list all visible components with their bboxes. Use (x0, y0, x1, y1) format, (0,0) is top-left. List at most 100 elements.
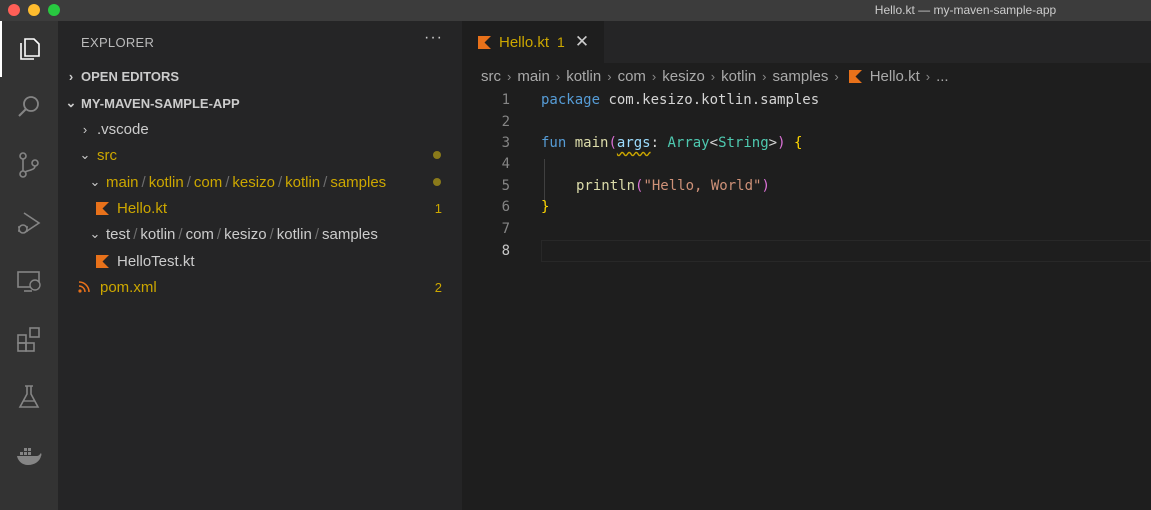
window-title: Hello.kt — my-maven-sample-app (874, 3, 1057, 17)
files-icon (20, 38, 40, 60)
tree-item-src[interactable]: ⌄ src (58, 142, 462, 168)
open-editors-label: OPEN EDITORS (81, 68, 180, 84)
chevron-right-icon: › (762, 68, 767, 84)
explorer-tab[interactable] (0, 21, 58, 77)
code-line-8: 8 (462, 240, 1151, 262)
problems-badge: 1 (434, 200, 442, 216)
tree-item-label: HelloTest.kt (117, 252, 195, 270)
tree-item-label: src (97, 146, 117, 164)
path-segment: kesizo (232, 173, 275, 191)
run-debug-icon (18, 212, 41, 234)
chevron-down-icon: ⌄ (89, 226, 101, 241)
path-segment: test (106, 225, 131, 243)
code-line-3: 3 fun main(args: Array<String>) { (462, 132, 1151, 154)
testing-tab[interactable] (0, 369, 58, 425)
breadcrumb-item[interactable]: main (517, 68, 550, 85)
open-editors-section[interactable]: › OPEN EDITORS (58, 65, 462, 87)
activity-bar (0, 21, 58, 510)
project-section[interactable]: ⌄ MY-MAVEN-SAMPLE-APP (58, 92, 462, 114)
path-segment: kotlin (285, 173, 321, 191)
breadcrumb-item[interactable]: kotlin (721, 68, 756, 85)
code-line-6: 6 } (462, 196, 1151, 218)
chevron-right-icon: › (82, 121, 88, 137)
tree-item-main-path[interactable]: ⌄ main / kotlin / com / kesizo / kotlin / samples (58, 169, 462, 195)
run-debug-tab[interactable] (0, 195, 58, 251)
code-line-1: 1 package com.kesizo.kotlin.samples (462, 89, 1151, 111)
tab-hello-kt[interactable]: Hello.kt 1 ✕ (462, 21, 604, 63)
tree-item-pom-xml[interactable]: pom.xml 2 (58, 274, 462, 300)
tree-item-hello-kt[interactable]: Hello.kt 1 (58, 195, 462, 221)
close-icon[interactable]: ✕ (575, 32, 589, 52)
chevron-down-icon: ⌄ (65, 95, 77, 110)
keyword: package (541, 92, 601, 108)
problems-badge: 2 (434, 279, 442, 295)
docker-tab[interactable] (0, 427, 58, 483)
kotlin-file-icon (478, 35, 491, 49)
path-segment: com (193, 173, 223, 191)
breadcrumb-item[interactable]: src (481, 68, 501, 85)
breadcrumb-item[interactable]: kesizo (662, 68, 705, 85)
tree-item-hellotest-kt[interactable]: HelloTest.kt (58, 248, 462, 274)
breadcrumb-item[interactable]: samples (773, 68, 829, 85)
line-number: 8 (501, 243, 510, 259)
chevron-right-icon: › (710, 68, 716, 84)
tree-item-label: pom.xml (100, 278, 157, 296)
breadcrumb-item[interactable]: ... (936, 68, 949, 85)
extensions-tab[interactable] (0, 311, 58, 367)
line-number: 2 (501, 114, 510, 130)
path-segment: main (106, 173, 139, 191)
chevron-right-icon: › (651, 68, 657, 84)
tab-label: Hello.kt (499, 33, 550, 51)
path-segment: kesizo (224, 225, 267, 243)
kotlin-file-icon (96, 201, 109, 215)
code-line-5: 5 println("Hello, World") (462, 175, 1151, 197)
line-number: 1 (501, 92, 510, 108)
modified-dot (433, 151, 441, 159)
chevron-right-icon: › (555, 68, 561, 84)
kotlin-file-icon (96, 254, 109, 268)
remote-explorer-tab[interactable] (0, 253, 58, 309)
path-segment: kotlin (276, 225, 312, 243)
tree-item-test-path[interactable]: ⌄ test / kotlin / com / kesizo / kotlin / samples (58, 221, 462, 247)
code-editor[interactable]: 1 package com.kesizo.kotlin.samples 2 3 … (462, 89, 1151, 510)
breadcrumb-item[interactable]: Hello.kt (870, 68, 920, 85)
search-icon (18, 96, 39, 117)
tab-problems-count: 1 (557, 34, 565, 50)
modified-dot (433, 178, 441, 186)
tree-item-label: Hello.kt (117, 199, 168, 217)
explorer-sidebar: EXPLORER ··· › OPEN EDITORS ⌄ MY-MAVEN-S… (58, 21, 462, 510)
chevron-right-icon: › (925, 68, 931, 84)
project-label: MY-MAVEN-SAMPLE-APP (81, 95, 240, 111)
search-tab[interactable] (0, 79, 58, 135)
tree-item-label: .vscode (97, 120, 149, 138)
path-segment: kotlin (148, 173, 184, 191)
breadcrumb: src › main › kotlin › com › kesizo › kotlin › … (462, 63, 1151, 89)
path-segment: samples (330, 173, 387, 191)
chevron-right-icon: › (68, 68, 74, 84)
line-number: 6 (501, 199, 510, 215)
chevron-down-icon: ⌄ (89, 174, 101, 189)
code-line-2: 2 (462, 111, 1151, 133)
line-number: 7 (501, 221, 510, 237)
line-number: 4 (501, 156, 510, 172)
title-bar: Hello.kt — my-maven-sample-app (0, 0, 1151, 21)
sidebar-title: EXPLORER (81, 35, 155, 50)
kotlin-file-icon (848, 69, 862, 83)
line-number: 5 (501, 178, 510, 194)
chevron-down-icon: ⌄ (79, 147, 91, 162)
more-actions-button[interactable]: ··· (424, 29, 443, 47)
editor-tab-bar: Hello.kt 1 ✕ (462, 21, 1151, 63)
code-line-4: 4 (462, 153, 1151, 175)
tree-item-vscode[interactable]: › .vscode (58, 116, 462, 142)
code-line-7: 7 (462, 218, 1151, 240)
source-control-icon (19, 152, 39, 178)
path-segment: samples (321, 225, 378, 243)
breadcrumb-item[interactable]: kotlin (566, 68, 601, 85)
line-number: 3 (501, 135, 510, 151)
chevron-right-icon: › (834, 68, 839, 84)
source-control-tab[interactable] (0, 137, 58, 193)
rss-icon (78, 281, 90, 293)
path-segment: com (185, 225, 214, 243)
warning-squiggle: args (616, 135, 651, 151)
breadcrumb-item[interactable]: com (618, 68, 646, 85)
